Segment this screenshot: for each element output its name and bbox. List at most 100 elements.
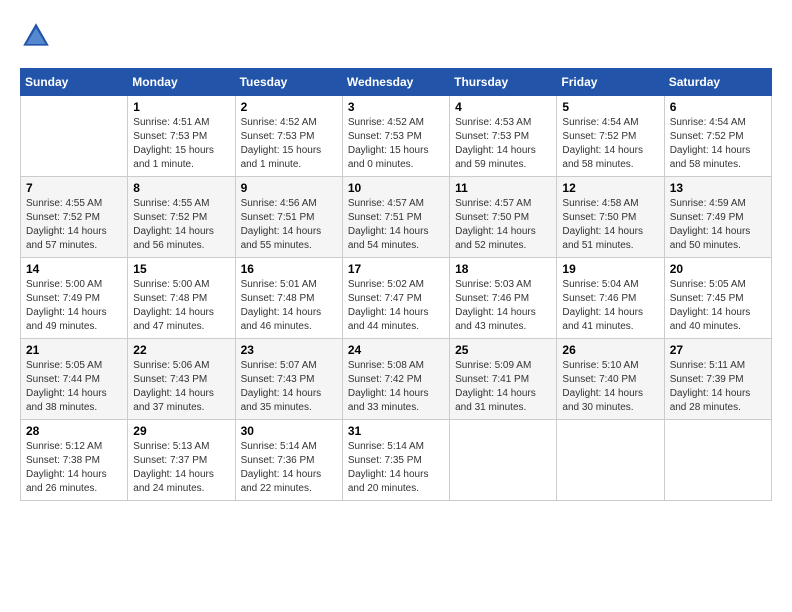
day-number: 2 (241, 100, 337, 114)
sunrise-text: Sunrise: 5:04 AM (562, 278, 658, 292)
sunset-text: Sunset: 7:47 PM (348, 292, 444, 306)
calendar-cell: 31Sunrise: 5:14 AMSunset: 7:35 PMDayligh… (342, 420, 449, 501)
sunset-text: Sunset: 7:41 PM (455, 373, 551, 387)
calendar-cell: 7Sunrise: 4:55 AMSunset: 7:52 PMDaylight… (21, 177, 128, 258)
sunset-text: Sunset: 7:53 PM (348, 130, 444, 144)
daylight-text: Daylight: 14 hours and 38 minutes. (26, 387, 122, 415)
weekday-header: Tuesday (235, 69, 342, 96)
sunset-text: Sunset: 7:50 PM (562, 211, 658, 225)
sunrise-text: Sunrise: 4:57 AM (348, 197, 444, 211)
sunrise-text: Sunrise: 4:52 AM (241, 116, 337, 130)
day-info: Sunrise: 4:57 AMSunset: 7:50 PMDaylight:… (455, 197, 551, 253)
calendar-cell: 2 Sunrise: 4:52 AMSunset: 7:53 PMDaylight… (235, 96, 342, 177)
sunset-text: Sunset: 7:52 PM (26, 211, 122, 225)
sunrise-text: Sunrise: 5:14 AM (241, 440, 337, 454)
day-info: Sunrise: 5:11 AMSunset: 7:39 PMDaylight:… (670, 359, 766, 415)
calendar-week-row: 7Sunrise: 4:55 AMSunset: 7:52 PMDaylight… (21, 177, 772, 258)
calendar-cell: 19Sunrise: 5:04 AMSunset: 7:46 PMDayligh… (557, 258, 664, 339)
day-info: Sunrise: 5:03 AMSunset: 7:46 PMDaylight:… (455, 278, 551, 334)
sunset-text: Sunset: 7:52 PM (562, 130, 658, 144)
sunrise-text: Sunrise: 5:02 AM (348, 278, 444, 292)
daylight-text: Daylight: 14 hours and 28 minutes. (670, 387, 766, 415)
sunrise-text: Sunrise: 5:08 AM (348, 359, 444, 373)
day-info: Sunrise: 5:09 AMSunset: 7:41 PMDaylight:… (455, 359, 551, 415)
sunset-text: Sunset: 7:43 PM (133, 373, 229, 387)
day-number: 6 (670, 100, 766, 114)
sunset-text: Sunset: 7:49 PM (670, 211, 766, 225)
sunset-text: Sunset: 7:52 PM (670, 130, 766, 144)
sunset-text: Sunset: 7:48 PM (133, 292, 229, 306)
daylight-text: Daylight: 14 hours and 43 minutes. (455, 306, 551, 334)
sunset-text: Sunset: 7:38 PM (26, 454, 122, 468)
day-info: Sunrise: 4:54 AMSunset: 7:52 PMDaylight:… (670, 116, 766, 172)
calendar-cell: 28Sunrise: 5:12 AMSunset: 7:38 PMDayligh… (21, 420, 128, 501)
daylight-text: Daylight: 14 hours and 26 minutes. (26, 468, 122, 496)
weekday-header: Wednesday (342, 69, 449, 96)
logo (20, 20, 56, 52)
day-info: Sunrise: 5:07 AMSunset: 7:43 PMDaylight:… (241, 359, 337, 415)
sunset-text: Sunset: 7:46 PM (455, 292, 551, 306)
day-number: 27 (670, 343, 766, 357)
sunrise-text: Sunrise: 5:11 AM (670, 359, 766, 373)
day-number: 16 (241, 262, 337, 276)
sunrise-text: Sunrise: 4:54 AM (562, 116, 658, 130)
day-number: 17 (348, 262, 444, 276)
sunrise-text: Sunrise: 4:59 AM (670, 197, 766, 211)
sunset-text: Sunset: 7:37 PM (133, 454, 229, 468)
sunset-text: Sunset: 7:53 PM (133, 130, 229, 144)
calendar-week-row: 28Sunrise: 5:12 AMSunset: 7:38 PMDayligh… (21, 420, 772, 501)
daylight-text: Daylight: 14 hours and 22 minutes. (241, 468, 337, 496)
calendar-cell: 22Sunrise: 5:06 AMSunset: 7:43 PMDayligh… (128, 339, 235, 420)
calendar-cell: 21Sunrise: 5:05 AMSunset: 7:44 PMDayligh… (21, 339, 128, 420)
day-info: Sunrise: 5:06 AMSunset: 7:43 PMDaylight:… (133, 359, 229, 415)
day-info: Sunrise: 5:02 AMSunset: 7:47 PMDaylight:… (348, 278, 444, 334)
sunrise-text: Sunrise: 4:57 AM (455, 197, 551, 211)
calendar-cell: 6 Sunrise: 4:54 AMSunset: 7:52 PMDaylight… (664, 96, 771, 177)
calendar-cell: 24Sunrise: 5:08 AMSunset: 7:42 PMDayligh… (342, 339, 449, 420)
calendar-cell: 5Sunrise: 4:54 AMSunset: 7:52 PMDaylight… (557, 96, 664, 177)
sunrise-text: Sunrise: 5:00 AM (26, 278, 122, 292)
sunset-text: Sunset: 7:43 PM (241, 373, 337, 387)
daylight-text: Daylight: 14 hours and 47 minutes. (133, 306, 229, 334)
calendar-cell: 14Sunrise: 5:00 AMSunset: 7:49 PMDayligh… (21, 258, 128, 339)
sunrise-text: Sunrise: 5:14 AM (348, 440, 444, 454)
calendar-cell: 4 Sunrise: 4:53 AMSunset: 7:53 PMDaylight… (450, 96, 557, 177)
calendar-cell: 15Sunrise: 5:00 AMSunset: 7:48 PMDayligh… (128, 258, 235, 339)
calendar-table: SundayMondayTuesdayWednesdayThursdayFrid… (20, 68, 772, 501)
day-number: 23 (241, 343, 337, 357)
sunset-text: Sunset: 7:40 PM (562, 373, 658, 387)
daylight-text: Daylight: 14 hours and 49 minutes. (26, 306, 122, 334)
day-number: 4 (455, 100, 551, 114)
day-number: 20 (670, 262, 766, 276)
day-number: 25 (455, 343, 551, 357)
daylight-text: Daylight: 14 hours and 57 minutes. (26, 225, 122, 253)
daylight-text: Daylight: 14 hours and 20 minutes. (348, 468, 444, 496)
calendar-cell: 11 Sunrise: 4:57 AMSunset: 7:50 PMDayligh… (450, 177, 557, 258)
sunset-text: Sunset: 7:45 PM (670, 292, 766, 306)
sunrise-text: Sunrise: 4:53 AM (455, 116, 551, 130)
daylight-text: Daylight: 15 hours and 1 minute. (133, 144, 229, 172)
calendar-cell: 12Sunrise: 4:58 AMSunset: 7:50 PMDayligh… (557, 177, 664, 258)
sunrise-text: Sunrise: 5:03 AM (455, 278, 551, 292)
day-info: Sunrise: 5:00 AMSunset: 7:48 PMDaylight:… (133, 278, 229, 334)
day-info: Sunrise: 5:14 AMSunset: 7:35 PMDaylight:… (348, 440, 444, 496)
daylight-text: Daylight: 14 hours and 59 minutes. (455, 144, 551, 172)
day-number: 11 (455, 181, 551, 195)
daylight-text: Daylight: 14 hours and 58 minutes. (670, 144, 766, 172)
weekday-header: Thursday (450, 69, 557, 96)
sunrise-text: Sunrise: 5:00 AM (133, 278, 229, 292)
day-info: Sunrise: 4:52 AMSunset: 7:53 PMDaylight:… (241, 116, 337, 172)
day-number: 18 (455, 262, 551, 276)
sunrise-text: Sunrise: 4:51 AM (133, 116, 229, 130)
sunset-text: Sunset: 7:35 PM (348, 454, 444, 468)
daylight-text: Daylight: 14 hours and 50 minutes. (670, 225, 766, 253)
calendar-cell: 29Sunrise: 5:13 AMSunset: 7:37 PMDayligh… (128, 420, 235, 501)
daylight-text: Daylight: 14 hours and 51 minutes. (562, 225, 658, 253)
day-info: Sunrise: 4:55 AMSunset: 7:52 PMDaylight:… (133, 197, 229, 253)
daylight-text: Daylight: 14 hours and 44 minutes. (348, 306, 444, 334)
sunset-text: Sunset: 7:42 PM (348, 373, 444, 387)
day-info: Sunrise: 4:53 AMSunset: 7:53 PMDaylight:… (455, 116, 551, 172)
daylight-text: Daylight: 14 hours and 55 minutes. (241, 225, 337, 253)
daylight-text: Daylight: 14 hours and 56 minutes. (133, 225, 229, 253)
sunrise-text: Sunrise: 5:07 AM (241, 359, 337, 373)
